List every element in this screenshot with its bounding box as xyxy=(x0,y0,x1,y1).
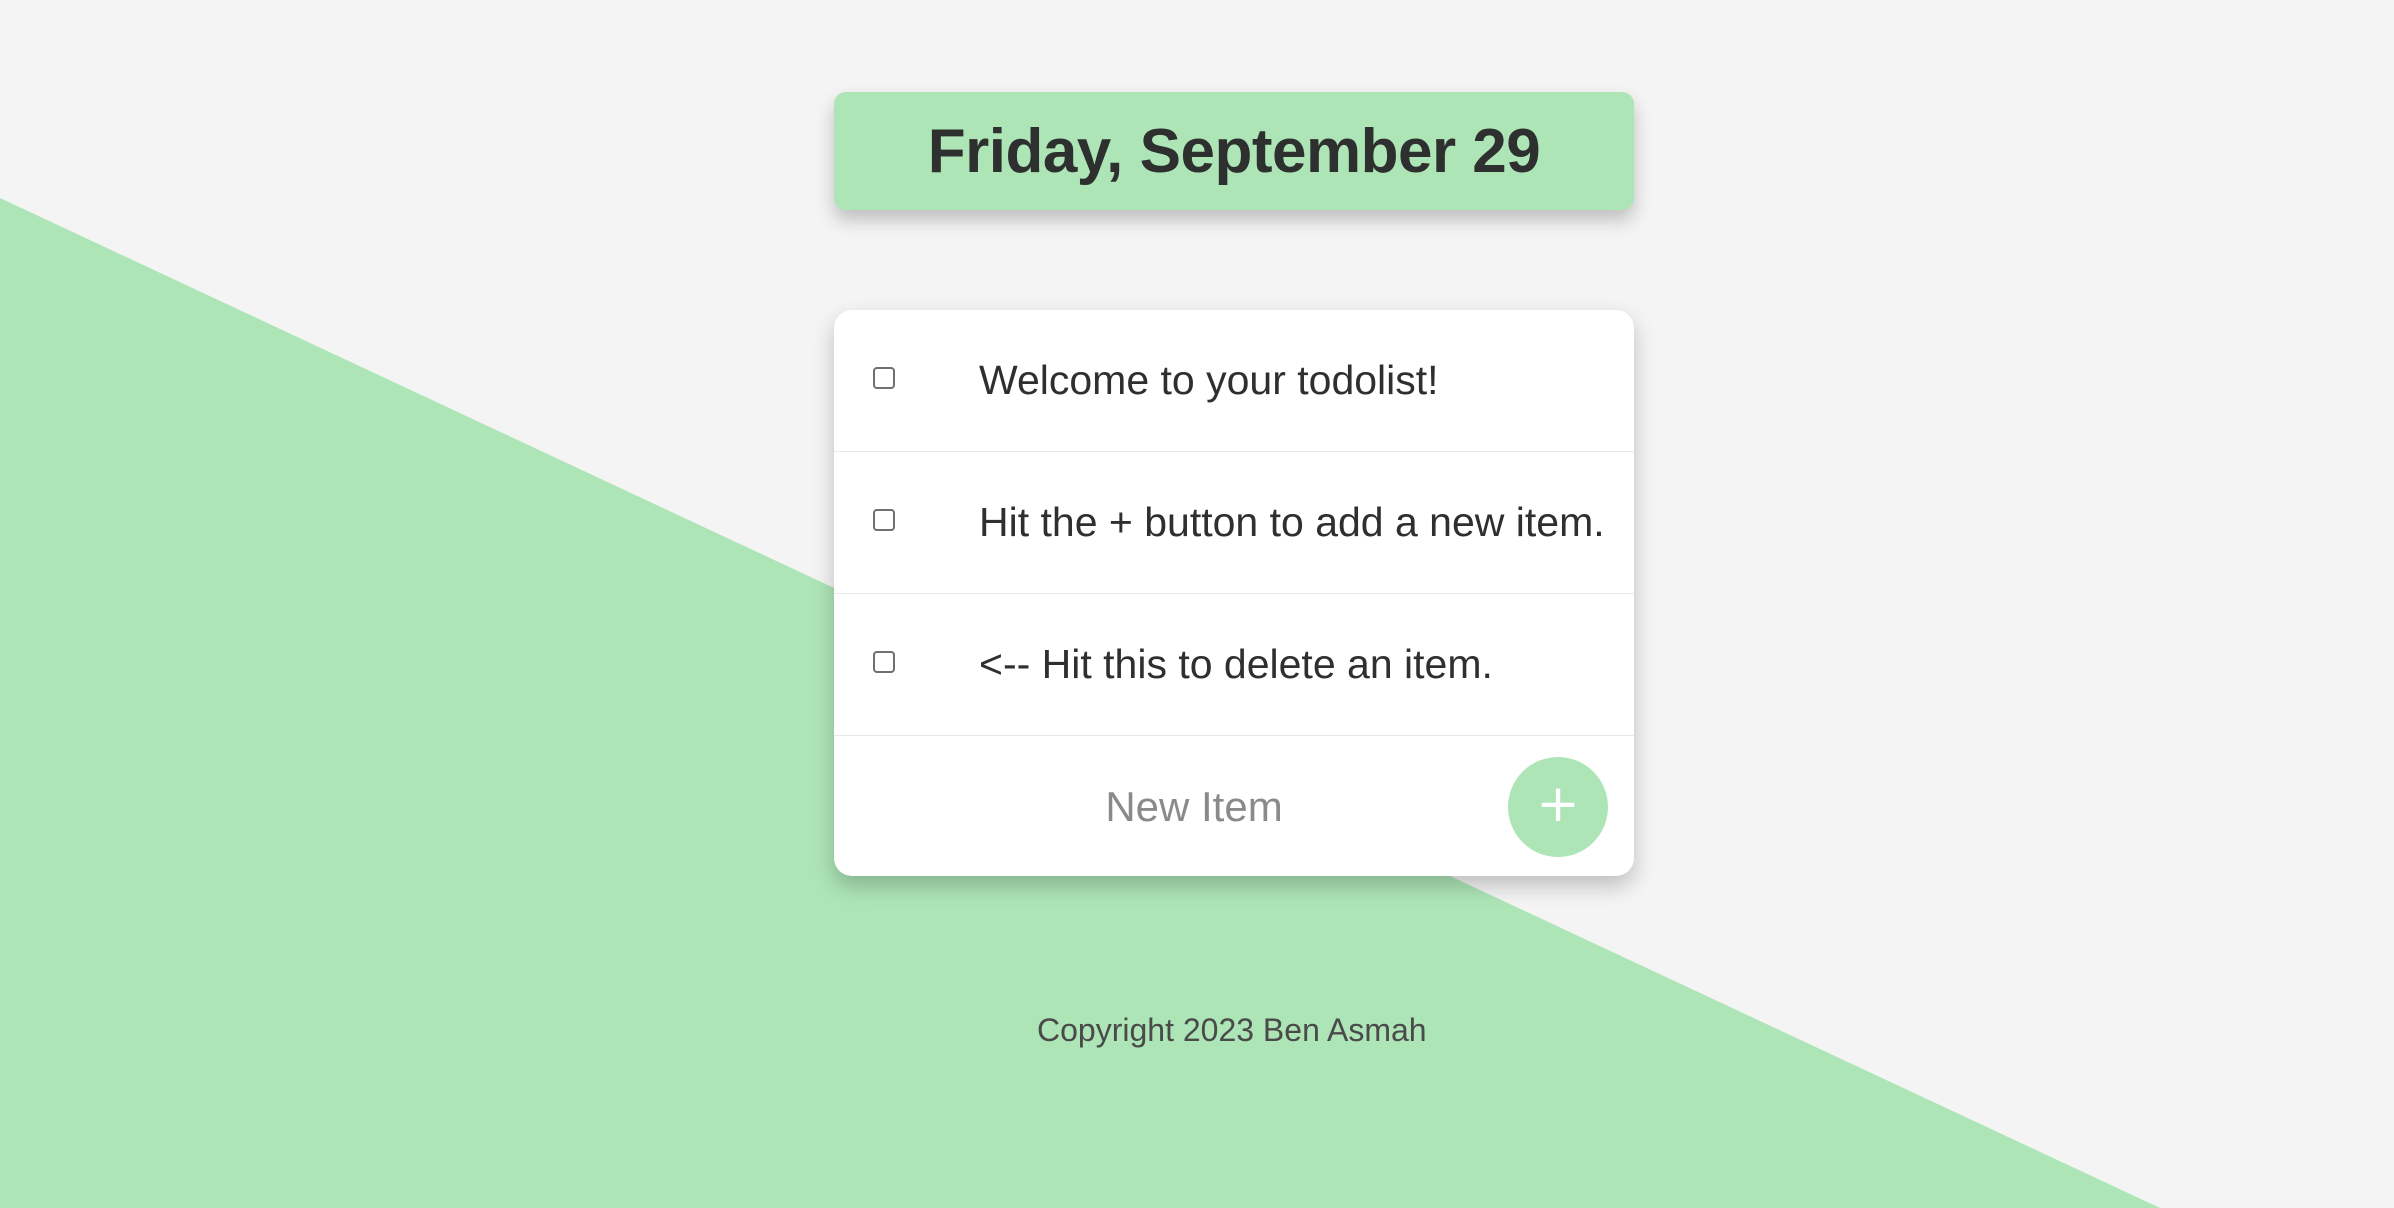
page-title-date: Friday, September 29 xyxy=(927,116,1541,186)
todo-item: Hit the + button to add a new item. xyxy=(834,452,1634,594)
todo-item-label: Welcome to your todolist! xyxy=(979,357,1439,403)
todo-item-label: Hit the + button to add a new item. xyxy=(979,499,1605,545)
new-item-input[interactable] xyxy=(954,771,1434,843)
todo-item-checkbox[interactable] xyxy=(873,651,895,673)
date-heading-banner: Friday, September 29 xyxy=(834,92,1634,210)
todo-item-checkbox[interactable] xyxy=(873,367,895,389)
new-item-form: + xyxy=(834,736,1634,876)
copyright-text: Copyright 2023 Ben Asmah xyxy=(1037,1012,1427,1048)
add-item-button[interactable]: + xyxy=(1508,757,1608,857)
todo-item-checkbox[interactable] xyxy=(873,509,895,531)
plus-icon: + xyxy=(1536,774,1580,834)
todo-list-card: Welcome to your todolist! Hit the + butt… xyxy=(834,310,1634,876)
todo-item: Welcome to your todolist! xyxy=(834,310,1634,452)
todo-item-label: <-- Hit this to delete an item. xyxy=(979,641,1493,687)
todo-item: <-- Hit this to delete an item. xyxy=(834,594,1634,736)
